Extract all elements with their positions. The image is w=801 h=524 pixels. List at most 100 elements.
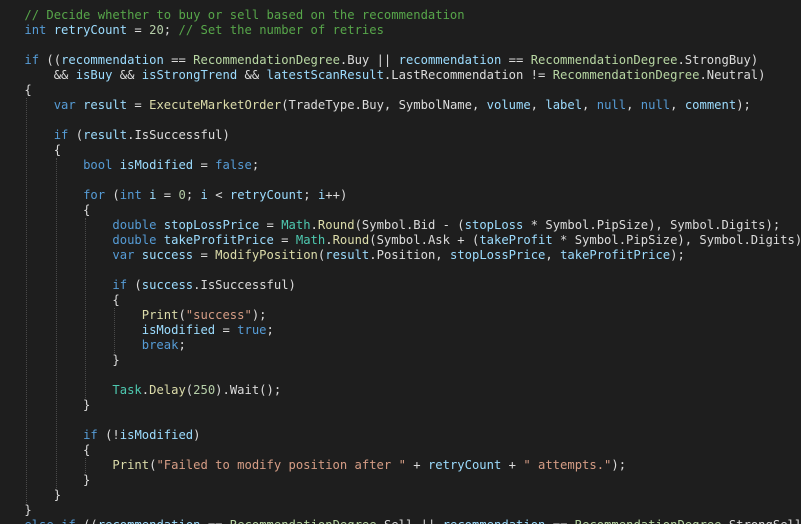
code-line[interactable]: break; [0,338,186,353]
code-token: RecommendationDegree [575,518,722,524]
code-token: latestScanResult [266,68,384,82]
code-line[interactable]: int retryCount = 20; // Set the number o… [0,23,384,38]
code-token: { [0,443,91,457]
code-token: < [207,188,230,202]
code-token: { [0,203,91,217]
code-token: (( [39,53,62,67]
code-token: ; [163,23,179,37]
code-token: Print [141,308,179,322]
code-line[interactable]: } [0,488,61,503]
code-token: retryCount [427,458,502,472]
code-token: ( [178,308,186,322]
code-line[interactable]: isModified = true; [0,323,274,338]
code-token: = [215,323,238,337]
code-token: } [0,488,62,502]
code-line[interactable]: for (int i = 0; i < retryCount; i++) [0,188,347,203]
code-token: ( [68,128,84,142]
code-token: Round [332,233,370,247]
code-token: volume [486,98,531,112]
code-token: label [545,98,583,112]
code-token: ModifyPosition [215,248,318,262]
code-token: .IsSuccessful) [193,278,296,292]
code-token: } [0,473,91,487]
code-line[interactable]: double takeProfitPrice = Math.Round(Symb… [0,233,801,248]
code-token: success [141,248,194,262]
code-token: && [0,68,76,82]
code-token: = [273,233,296,247]
code-line[interactable]: if (!isModified) [0,428,200,443]
code-line[interactable]: bool isModified = false; [0,158,259,173]
code-line[interactable]: var success = ModifyPosition(result.Posi… [0,248,684,263]
code-line[interactable]: { [0,143,61,158]
code-token: isModified [119,158,194,172]
code-line[interactable]: if ((recommendation == RecommendationDeg… [0,53,758,68]
code-editor[interactable]: // Decide whether to buy or sell based o… [0,0,801,524]
code-token: 250 [193,383,216,397]
code-line[interactable]: Task.Delay(250).Wait(); [0,383,281,398]
code-token: stopLossPrice [163,218,260,232]
code-token: (! [97,428,120,442]
code-token: ++) [325,188,348,202]
code-token: var [112,248,135,262]
code-token: + [405,458,428,472]
code-line[interactable]: double stopLossPrice = Math.Round(Symbol… [0,218,780,233]
code-line[interactable]: } [0,398,90,413]
code-line[interactable]: } [0,353,119,368]
code-line[interactable]: var result = ExecuteMarketOrder(TradeTyp… [0,98,751,113]
code-line[interactable]: else if ((recommendation == Recommendati… [0,518,801,524]
code-token: ).Wait(); [215,383,282,397]
code-token: == [545,518,574,524]
code-line[interactable]: { [0,293,119,308]
code-token: = [127,98,150,112]
code-token: if [61,518,76,524]
code-line[interactable]: if (success.IsSuccessful) [0,278,296,293]
code-token: takeProfitPrice [560,248,671,262]
code-token: ; [303,188,318,202]
code-line[interactable]: } [0,473,90,488]
code-line[interactable]: Print("success"); [0,308,267,323]
code-line[interactable]: { [0,83,31,98]
code-token: double [112,218,157,232]
code-token: && [237,68,267,82]
code-token: result [83,128,128,142]
code-token: stopLoss [464,218,524,232]
code-line[interactable]: // Decide whether to buy or sell based o… [0,8,464,23]
code-line[interactable]: } [0,503,31,518]
code-token: , [626,98,641,112]
code-token: * Symbol.PipSize), Symbol.Digits); [552,233,801,247]
code-line[interactable]: if (result.IsSuccessful) [0,128,230,143]
code-token: recommendation [61,53,164,67]
code-token: else [24,518,53,524]
code-token: { [0,143,62,157]
code-token: (Symbol.Bid - ( [354,218,465,232]
code-line[interactable]: { [0,443,90,458]
code-token: . [325,233,333,247]
code-token: ExecuteMarketOrder [149,98,282,112]
code-line[interactable]: { [0,203,90,218]
code-token: ; [266,323,274,337]
code-line[interactable]: && isBuy && isStrongTrend && latestScanR… [0,68,766,83]
code-token: ); [611,458,627,472]
code-line[interactable]: Print("Failed to modify position after "… [0,458,626,473]
code-token: var [53,98,76,112]
code-token: ; [178,338,186,352]
code-token: , [582,98,597,112]
code-token: // Set the number of retries [178,23,384,37]
code-token: break [141,338,179,352]
code-token: ); [736,98,751,112]
